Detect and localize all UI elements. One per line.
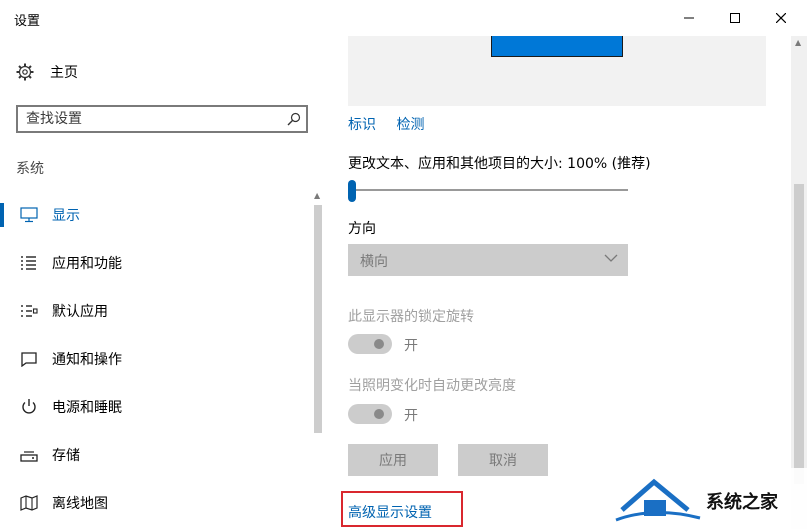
rotation-lock-state: 开 — [404, 338, 418, 354]
sidebar-item-notifications[interactable]: 通知和操作 — [0, 335, 310, 383]
house-logo-icon — [615, 478, 701, 522]
slider-track — [348, 189, 628, 191]
sidebar-nav: 显示 应用和功能 默认应用 通知和操作 电源和睡眠 存储 离线地图 — [0, 191, 310, 527]
title-bar[interactable]: 设置 — [0, 0, 807, 36]
maximize-icon — [730, 13, 740, 23]
auto-brightness-label: 当照明变化时自动更改亮度 — [348, 378, 516, 394]
sidebar-item-label: 通知和操作 — [52, 352, 122, 368]
search-input[interactable] — [26, 109, 276, 129]
sidebar: 主页 系统 显示 应用和功能 — [0, 36, 325, 529]
sidebar-item-label: 应用和功能 — [52, 256, 122, 272]
sidebar-item-label: 默认应用 — [52, 304, 108, 320]
sidebar-item-power-sleep[interactable]: 电源和睡眠 — [0, 383, 310, 431]
scroll-up-icon[interactable]: ▲ — [314, 191, 320, 200]
window-title: 设置 — [14, 14, 41, 29]
sidebar-scroll-thumb[interactable] — [314, 205, 322, 433]
watermark-text: 系统之家 — [706, 492, 778, 513]
settings-window: 设置 主页 查找设置 系统 显示 应用和功能 默认应用 通知和操作 电源和睡眠 … — [0, 0, 807, 529]
monitor-preview[interactable] — [491, 36, 623, 57]
sidebar-item-label: 电源和睡眠 — [52, 400, 122, 416]
active-indicator — [0, 203, 4, 227]
watermark: 系统之家 — [610, 468, 807, 529]
close-button[interactable] — [758, 0, 804, 36]
close-icon — [776, 13, 786, 23]
sidebar-item-default-apps[interactable]: 默认应用 — [0, 287, 310, 335]
slider-thumb[interactable] — [348, 180, 356, 202]
rotation-lock-toggle[interactable] — [348, 334, 392, 354]
search-box[interactable] — [16, 105, 308, 133]
toggle-knob — [374, 339, 384, 349]
map-icon — [20, 494, 38, 512]
minimize-button[interactable] — [666, 0, 712, 36]
main-scrollbar[interactable]: ▲ — [791, 36, 807, 529]
default-apps-icon — [20, 302, 38, 320]
monitor-icon — [20, 206, 38, 224]
identify-link[interactable]: 标识 — [348, 117, 376, 133]
rotation-lock-label: 此显示器的锁定旋转 — [348, 309, 474, 325]
main-panel: 标识 检测 更改文本、应用和其他项目的大小: 100% (推荐) 方向 横向 此… — [325, 36, 807, 529]
sidebar-item-label: 显示 — [52, 208, 80, 224]
gear-icon — [16, 63, 34, 81]
section-label-system: 系统 — [16, 161, 44, 177]
auto-brightness-state: 开 — [404, 408, 418, 424]
chevron-down-icon — [604, 254, 618, 262]
display-preview — [348, 36, 766, 106]
power-icon — [20, 398, 38, 416]
sidebar-item-label: 存储 — [52, 448, 80, 464]
auto-brightness-toggle[interactable] — [348, 404, 392, 424]
search-icon[interactable] — [286, 111, 302, 127]
sidebar-scrollbar[interactable]: ▲ — [312, 191, 324, 529]
apply-button[interactable]: 应用 — [348, 444, 438, 476]
scroll-up-icon[interactable]: ▲ — [795, 38, 801, 47]
detect-link[interactable]: 检测 — [396, 117, 424, 133]
maximize-button[interactable] — [712, 0, 758, 36]
notification-icon — [20, 350, 38, 368]
main-scroll-thumb[interactable] — [794, 184, 804, 484]
scale-label: 更改文本、应用和其他项目的大小: 100% (推荐) — [348, 156, 651, 172]
sidebar-item-storage[interactable]: 存储 — [0, 431, 310, 479]
sidebar-item-label: 离线地图 — [52, 496, 108, 512]
orientation-dropdown[interactable]: 横向 — [348, 244, 628, 276]
home-label: 主页 — [50, 65, 78, 81]
sidebar-item-apps-features[interactable]: 应用和功能 — [0, 239, 310, 287]
cancel-button[interactable]: 取消 — [458, 444, 548, 476]
list-icon — [20, 254, 38, 272]
display-links: 标识 检测 — [348, 114, 440, 134]
storage-icon — [20, 446, 38, 464]
advanced-display-settings-link[interactable]: 高级显示设置 — [348, 502, 432, 522]
sidebar-item-display[interactable]: 显示 — [0, 191, 310, 239]
sidebar-item-offline-maps[interactable]: 离线地图 — [0, 479, 310, 527]
home-nav[interactable]: 主页 — [16, 58, 78, 86]
minimize-icon — [684, 17, 694, 19]
toggle-knob — [374, 409, 384, 419]
orientation-value: 横向 — [360, 254, 388, 270]
scale-slider[interactable] — [348, 180, 628, 204]
orientation-label: 方向 — [348, 221, 376, 237]
